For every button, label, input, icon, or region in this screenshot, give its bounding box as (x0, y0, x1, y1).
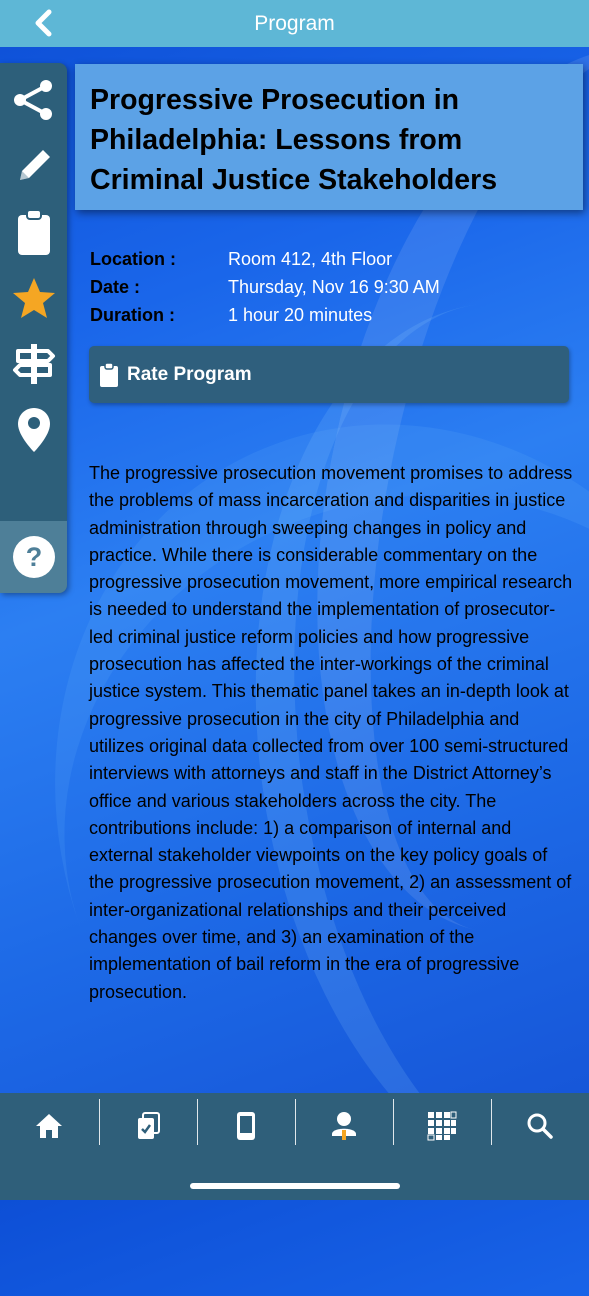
home-indicator[interactable] (190, 1183, 400, 1189)
chevron-left-icon (35, 9, 52, 37)
date-label: Date : (90, 276, 141, 297)
question-icon: ? (12, 536, 55, 578)
program-title: Progressive Prosecution in Philadelphia:… (90, 84, 498, 196)
svg-text:?: ? (25, 542, 42, 572)
star-icon (12, 278, 55, 318)
tab-program-book[interactable] (197, 1093, 295, 1159)
speaker-icon (332, 1112, 356, 1140)
duration-label: Duration : (90, 304, 175, 325)
program-details: Location : Room 412, 4th Floor Date : Th… (90, 245, 440, 329)
favorite-button[interactable] (0, 265, 67, 331)
tab-my-schedule[interactable] (99, 1093, 197, 1159)
location-row: Location : Room 412, 4th Floor (90, 245, 440, 273)
share-button[interactable] (0, 67, 67, 133)
directions-button[interactable] (0, 331, 67, 397)
date-row: Date : Thursday, Nov 16 9:30 AM (90, 273, 440, 301)
notes-button[interactable] (0, 133, 67, 199)
rate-program-label: Rate Program (127, 363, 252, 385)
date-value: Thursday, Nov 16 9:30 AM (228, 276, 440, 297)
rate-program-button[interactable]: Rate Program (89, 346, 569, 403)
duration-row: Duration : 1 hour 20 minutes (90, 301, 440, 329)
home-icon (36, 1114, 62, 1138)
signpost-icon (12, 344, 55, 384)
action-sidebar: ? (0, 63, 67, 593)
grid-icon (427, 1111, 457, 1141)
tab-apps[interactable] (393, 1093, 491, 1159)
clipboard-icon (17, 209, 50, 255)
map-pin-icon (17, 408, 50, 452)
tablet-icon (237, 1112, 255, 1140)
share-icon (13, 80, 52, 120)
top-navigation-bar: Program (0, 0, 589, 47)
page-title: Program (254, 11, 335, 35)
clipboard-icon (99, 361, 119, 388)
tab-home[interactable] (0, 1093, 98, 1159)
program-title-card: Progressive Prosecution in Philadelphia:… (75, 64, 583, 210)
tab-search[interactable] (491, 1093, 589, 1159)
program-description: The progressive prosecution movement pro… (89, 463, 573, 1002)
location-value: Room 412, 4th Floor (228, 248, 393, 269)
checklist-icon (138, 1112, 160, 1139)
survey-button[interactable] (0, 199, 67, 265)
map-button[interactable] (0, 397, 67, 463)
tab-speakers[interactable] (295, 1093, 393, 1159)
pencil-icon (19, 150, 50, 180)
back-button[interactable] (26, 6, 60, 40)
help-button[interactable]: ? (0, 521, 67, 593)
location-label: Location : (90, 248, 176, 269)
search-icon (527, 1113, 553, 1139)
duration-value: 1 hour 20 minutes (228, 304, 373, 325)
